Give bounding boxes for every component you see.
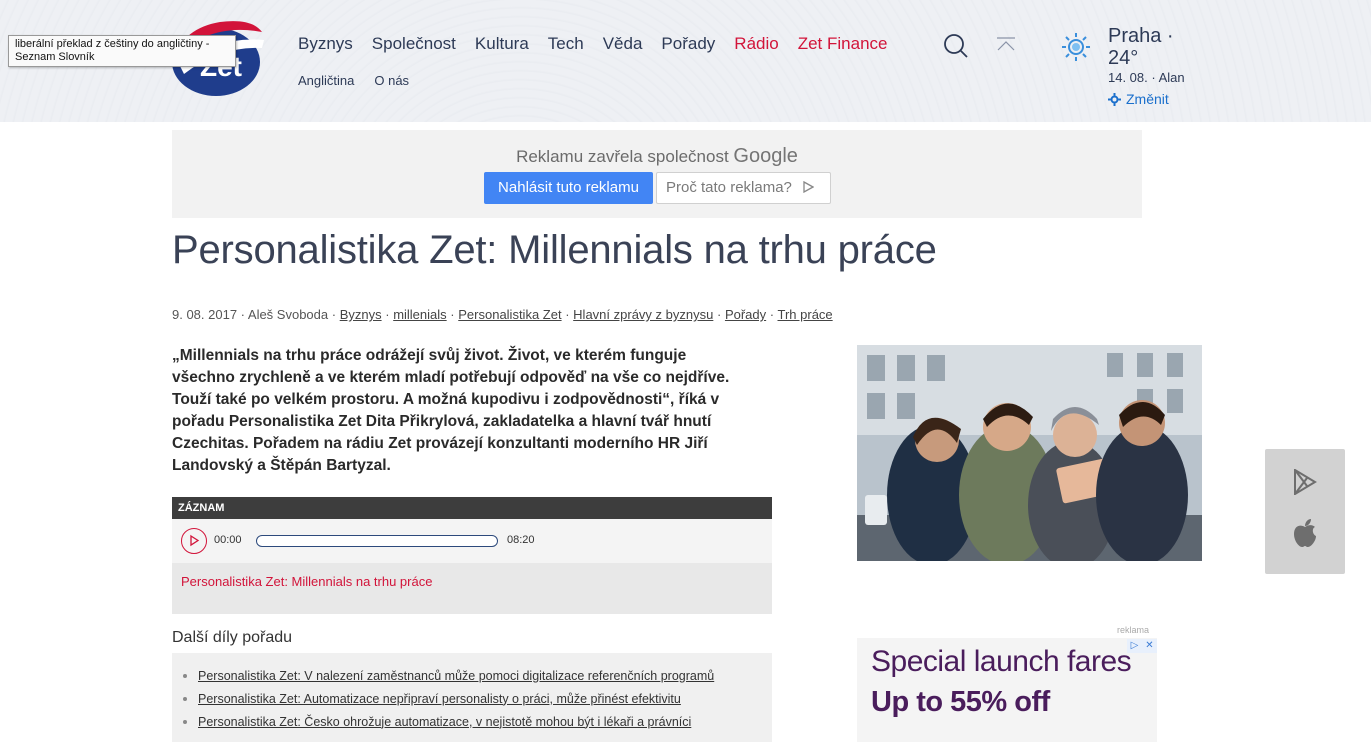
- closed-ad-notice: Reklamu zavřela společnost Google Nahlás…: [172, 130, 1142, 218]
- list-item: Personalistika Zet: V nalezení zaměstnan…: [182, 664, 772, 687]
- article-date-author: 9. 08. 2017 · Aleš Svoboda ·: [172, 307, 337, 322]
- ad-controls: ▷ ✕: [1127, 639, 1157, 653]
- sub-navigation: Angličtina O nás: [298, 73, 429, 88]
- google-play-icon[interactable]: [1293, 469, 1317, 495]
- search-icon[interactable]: [943, 33, 969, 59]
- gear-icon: [1108, 92, 1121, 106]
- player-track-title[interactable]: Personalistika Zet: Millennials na trhu …: [181, 574, 432, 589]
- play-icon: [190, 534, 200, 547]
- play-button[interactable]: [181, 528, 207, 554]
- site-header: Zet liberální překlad z češtiny do angli…: [0, 0, 1371, 122]
- nav-item-byznys[interactable]: Byznys: [298, 34, 353, 54]
- progress-bar[interactable]: [256, 535, 498, 547]
- list-item: Personalistika Zet: Česko ohrožuje autom…: [182, 710, 772, 733]
- article-meta: 9. 08. 2017 · Aleš Svoboda · Byznys · mi…: [172, 307, 833, 322]
- bullet: [183, 719, 187, 724]
- nav-item-kultura[interactable]: Kultura: [475, 34, 529, 54]
- tag-byznys[interactable]: Byznys: [340, 307, 382, 322]
- nav-item-veda[interactable]: Věda: [603, 34, 643, 54]
- meta-separator: ·: [450, 307, 455, 322]
- episode-link[interactable]: Personalistika Zet: Česko ohrožuje autom…: [198, 715, 691, 729]
- weather-change-link[interactable]: Změnit: [1108, 91, 1169, 107]
- article-photo[interactable]: [857, 345, 1202, 561]
- tag-porady[interactable]: Pořady: [725, 307, 766, 322]
- article-title: Personalistika Zet: Millennials na trhu …: [172, 228, 937, 272]
- episode-link[interactable]: Personalistika Zet: V nalezení zaměstnan…: [198, 669, 714, 683]
- nav-item-anglictina[interactable]: Angličtina: [298, 73, 354, 88]
- apple-icon[interactable]: [1292, 518, 1318, 548]
- player-label: ZÁZNAM: [172, 497, 772, 519]
- bullet: [183, 696, 187, 701]
- main-navigation: Byznys Společnost Kultura Tech Věda Pořa…: [298, 34, 906, 54]
- google-wordmark: Google: [733, 145, 798, 167]
- more-episodes-heading: Další díly pořadu: [172, 629, 293, 646]
- ad-closed-label: Reklamu zavřela společnost: [516, 147, 729, 166]
- current-time: 00:00: [214, 534, 242, 546]
- adchoices-play-icon: [803, 180, 815, 194]
- audio-player: ZÁZNAM 00:00 08:20 Personalistika Zet: M…: [172, 497, 772, 614]
- player-controls: 00:00 08:20: [172, 519, 772, 563]
- scroll-top-icon[interactable]: [995, 36, 1017, 52]
- article-lead: „Millennials na trhu práce odrážejí svůj…: [172, 347, 730, 474]
- ad-label: reklama: [1117, 625, 1150, 635]
- nav-item-zet-finance[interactable]: Zet Finance: [798, 34, 888, 54]
- weather-date-nameday: 14. 08. · Alan: [1108, 70, 1185, 85]
- ad-headline: Special launch fares: [871, 645, 1132, 678]
- meta-separator: ·: [385, 307, 390, 322]
- episode-link[interactable]: Personalistika Zet: Automatizace nepřipr…: [198, 692, 681, 706]
- meta-separator: ·: [769, 307, 775, 322]
- meta-separator: ·: [716, 307, 722, 322]
- ad-closed-text: Reklamu zavřela společnost Google: [172, 145, 1142, 168]
- meta-separator: ·: [565, 307, 570, 322]
- change-label: Změnit: [1126, 91, 1169, 107]
- why-this-ad-button[interactable]: Proč tato reklama?: [656, 172, 831, 204]
- weather-city: Praha ·: [1108, 25, 1174, 47]
- weather-temperature: 24°: [1108, 47, 1139, 69]
- bullet: [183, 673, 187, 678]
- translation-tooltip: liberální překlad z češtiny do angličtin…: [8, 35, 236, 67]
- weather-location: Praha · 24°: [1108, 25, 1174, 69]
- tooltip-line-1: liberální překlad z češtiny do angličtin…: [15, 38, 210, 50]
- article-photo-illustration: [857, 345, 1202, 561]
- nav-item-spolecnost[interactable]: Společnost: [372, 34, 456, 54]
- partly-cloudy-sun-icon: [1062, 33, 1090, 61]
- sidebar-ad-banner[interactable]: Special launch fares Up to 55% off: [857, 638, 1157, 742]
- tag-personalistika-zet[interactable]: Personalistika Zet: [458, 307, 561, 322]
- adchoices-icon[interactable]: ▷: [1127, 639, 1142, 653]
- tag-trh-prace[interactable]: Trh práce: [778, 307, 833, 322]
- close-ad-icon[interactable]: ✕: [1142, 639, 1157, 653]
- nav-item-o-nas[interactable]: O nás: [374, 73, 409, 88]
- ad-offer: Up to 55% off: [871, 686, 1050, 718]
- nav-item-porady[interactable]: Pořady: [661, 34, 715, 54]
- report-ad-button[interactable]: Nahlásit tuto reklamu: [484, 172, 653, 204]
- why-this-ad-label: Proč tato reklama?: [666, 179, 792, 196]
- tag-hlavni-zpravy[interactable]: Hlavní zprávy z byznysu: [573, 307, 713, 322]
- tag-millenials[interactable]: millenials: [393, 307, 446, 322]
- app-store-links: [1265, 449, 1345, 574]
- nav-item-radio[interactable]: Rádio: [734, 34, 778, 54]
- nav-item-tech[interactable]: Tech: [548, 34, 584, 54]
- tooltip-line-2: Seznam Slovník: [15, 51, 95, 63]
- list-item: Personalistika Zet: Automatizace nepřipr…: [182, 687, 772, 710]
- more-episodes-list: Personalistika Zet: V nalezení zaměstnan…: [172, 653, 772, 742]
- duration: 08:20: [507, 534, 535, 546]
